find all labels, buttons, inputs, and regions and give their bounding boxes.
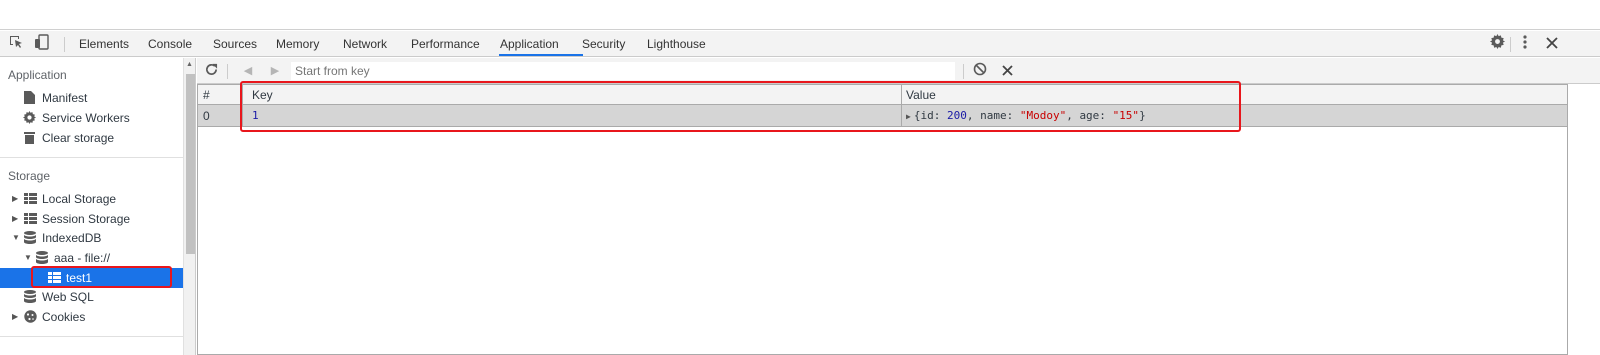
sidebar-item-indexeddb[interactable]: ▼ IndexedDB bbox=[0, 228, 183, 248]
collapse-arrow-icon[interactable]: ▼ bbox=[12, 228, 20, 248]
sidebar-item-local-storage[interactable]: ▶ Local Storage bbox=[0, 189, 183, 209]
row-value[interactable]: ▶ {id: 200, name: "Modoy", age: "15"} bbox=[901, 105, 1561, 126]
sidebar-scrollbar[interactable]: ▲ bbox=[183, 58, 196, 355]
column-divider[interactable] bbox=[901, 85, 902, 127]
scroll-up-icon[interactable]: ▲ bbox=[186, 61, 193, 68]
sidebar-item-clear-storage[interactable]: Clear storage bbox=[0, 128, 183, 148]
table-icon bbox=[48, 268, 61, 289]
tab-lighthouse[interactable]: Lighthouse bbox=[647, 31, 706, 57]
storage-section-header: Storage bbox=[8, 169, 51, 183]
page-top-area bbox=[0, 0, 1600, 30]
sidebar-item-label: Manifest bbox=[42, 91, 88, 105]
sidebar-item-label: aaa - file:// bbox=[54, 251, 111, 265]
table-icon bbox=[24, 189, 37, 210]
row-index: 0 bbox=[203, 109, 210, 123]
tab-network[interactable]: Network bbox=[343, 31, 387, 57]
sidebar-item-label: Local Storage bbox=[42, 192, 117, 206]
tab-performance[interactable]: Performance bbox=[411, 31, 480, 57]
devtools-tab-bar: Elements Console Sources Memory Network … bbox=[0, 31, 1600, 57]
sidebar-item-label: Cookies bbox=[42, 310, 86, 324]
column-header-value[interactable]: Value bbox=[901, 85, 1561, 104]
value-separator: , bbox=[1066, 109, 1080, 122]
table-row[interactable]: 0 1 ▶ {id: 200, name: "Modoy", age: "15"} bbox=[198, 105, 1567, 127]
sidebar-item-manifest[interactable]: Manifest bbox=[0, 88, 183, 108]
value-age: "15" bbox=[1112, 109, 1140, 122]
sidebar-divider bbox=[0, 336, 183, 337]
application-sidebar: Application Manifest Service Workers Cle… bbox=[0, 58, 183, 355]
trash-icon bbox=[24, 128, 35, 150]
collapse-arrow-icon[interactable]: ▼ bbox=[24, 248, 32, 268]
document-icon bbox=[24, 88, 35, 110]
start-from-key-input[interactable] bbox=[291, 62, 955, 80]
previous-page-icon[interactable]: ◀ bbox=[238, 61, 258, 81]
value-brace-close: } bbox=[1139, 109, 1146, 122]
sidebar-item-object-store-test1[interactable]: test1 bbox=[0, 268, 183, 288]
clear-object-store-icon[interactable] bbox=[970, 61, 990, 81]
more-options-icon[interactable] bbox=[1515, 34, 1535, 54]
sidebar-item-session-storage[interactable]: ▶ Session Storage bbox=[0, 209, 183, 229]
column-header-index[interactable]: # bbox=[198, 85, 242, 104]
inspect-element-icon[interactable] bbox=[6, 34, 26, 54]
value-age-key: age: bbox=[1079, 109, 1113, 122]
sidebar-item-service-workers[interactable]: Service Workers bbox=[0, 108, 183, 128]
cookie-icon bbox=[24, 307, 37, 329]
gear-icon bbox=[23, 108, 36, 130]
expand-arrow-icon[interactable]: ▶ bbox=[12, 209, 18, 229]
value-id: 200 bbox=[946, 109, 967, 122]
toolbar-separator bbox=[963, 64, 964, 79]
toolbar-separator bbox=[227, 64, 228, 79]
sidebar-item-database-aaa[interactable]: ▼ aaa - file:// bbox=[0, 248, 183, 268]
sidebar-item-label: IndexedDB bbox=[42, 231, 102, 245]
expand-arrow-icon[interactable]: ▶ bbox=[12, 189, 18, 209]
scrollbar-thumb[interactable] bbox=[186, 74, 195, 254]
tab-console[interactable]: Console bbox=[148, 31, 192, 57]
close-devtools-icon[interactable] bbox=[1542, 34, 1562, 54]
sidebar-item-label: test1 bbox=[66, 271, 93, 285]
column-divider[interactable] bbox=[242, 85, 243, 127]
data-grid-toolbar: ◀ ▶ bbox=[197, 58, 1600, 84]
tab-elements[interactable]: Elements bbox=[79, 31, 129, 57]
sidebar-item-label: Clear storage bbox=[42, 131, 115, 145]
sidebar-item-cookies[interactable]: ▶ Cookies bbox=[0, 307, 183, 327]
table-icon bbox=[24, 209, 37, 230]
row-key: 1 bbox=[252, 109, 259, 122]
column-header-key[interactable]: Key bbox=[247, 85, 901, 104]
indexeddb-data-grid: # Key Value 0 1 ▶ {id: 200, name: "Modoy"… bbox=[197, 84, 1568, 355]
refresh-icon[interactable] bbox=[201, 61, 221, 81]
sidebar-item-label: Web SQL bbox=[42, 290, 94, 304]
expand-arrow-icon[interactable]: ▶ bbox=[12, 307, 18, 327]
sidebar-item-web-sql[interactable]: Web SQL bbox=[0, 287, 183, 307]
tab-memory[interactable]: Memory bbox=[276, 31, 319, 57]
active-tab-indicator bbox=[499, 54, 583, 56]
next-page-icon[interactable]: ▶ bbox=[265, 61, 285, 81]
value-separator: , bbox=[966, 109, 981, 122]
sidebar-item-label: Session Storage bbox=[42, 212, 131, 226]
database-icon bbox=[24, 228, 36, 250]
expand-object-icon[interactable]: ▶ bbox=[906, 112, 911, 121]
toolbar-separator-right bbox=[1510, 37, 1511, 52]
tab-sources[interactable]: Sources bbox=[213, 31, 257, 57]
delete-selected-icon[interactable] bbox=[997, 61, 1017, 81]
database-icon bbox=[36, 248, 48, 270]
application-section-header: Application bbox=[8, 68, 67, 82]
value-name-key: name: bbox=[980, 109, 1020, 122]
value-id-key: id: bbox=[920, 109, 947, 122]
database-icon bbox=[24, 287, 36, 309]
sidebar-item-label: Service Workers bbox=[42, 111, 130, 125]
sidebar-divider bbox=[0, 157, 183, 158]
value-name: "Modoy" bbox=[1019, 109, 1067, 122]
device-toolbar-icon[interactable] bbox=[32, 34, 52, 54]
data-grid-header: # Key Value bbox=[198, 85, 1567, 105]
gear-icon[interactable] bbox=[1487, 34, 1507, 54]
toolbar-separator bbox=[64, 37, 65, 52]
tab-security[interactable]: Security bbox=[582, 31, 625, 57]
